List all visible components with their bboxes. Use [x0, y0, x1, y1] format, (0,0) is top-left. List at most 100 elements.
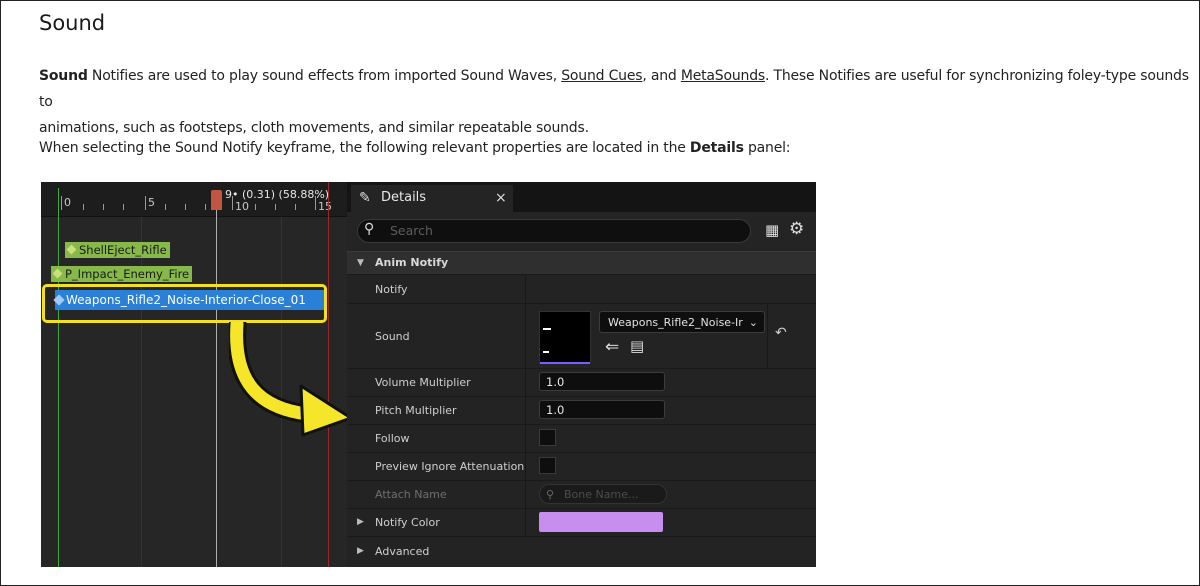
playhead-handle[interactable] [211, 190, 222, 210]
ruler-label-10: 10 [235, 200, 249, 213]
asset-type-bar [540, 362, 590, 364]
ruler-tick [61, 196, 62, 210]
timeline-panel: 0 5 10 15 9• (0.31) (58.88%) ShellEject_… [41, 182, 353, 567]
search-icon: ⚲ [546, 488, 555, 501]
column-divider [525, 369, 526, 396]
ruler-tick [103, 204, 104, 210]
tab-details[interactable]: ✎ Details × [351, 185, 513, 212]
waveform-mark [543, 351, 549, 353]
category-anim-notify[interactable]: ▼ Anim Notify [347, 251, 816, 274]
notify-label: ShellEject_Rifle [79, 243, 167, 257]
notify-diamond-icon [52, 268, 63, 279]
intro-text-2: , and [642, 68, 681, 84]
document-frame: Sound Sound Notifies are used to play so… [0, 0, 1200, 586]
ruler-tick [185, 204, 186, 210]
row-sound: Sound Weapons_Rifle2_Noise-Ir ⌄ ⇐ ▤ ↶ [347, 303, 816, 368]
search-input[interactable]: ⚲ Search [357, 219, 751, 243]
column-divider [525, 304, 526, 368]
column-divider [525, 481, 526, 508]
row-label: Follow [375, 432, 410, 445]
row-notify-color[interactable]: ▶ Notify Color [347, 508, 816, 536]
gear-icon[interactable]: ⚙ [789, 219, 804, 239]
editor-screenshot: 0 5 10 15 9• (0.31) (58.88%) ShellEject_… [41, 182, 816, 567]
details-paragraph: When selecting the Sound Notify keyframe… [39, 135, 791, 161]
reset-icon[interactable]: ↶ [775, 325, 787, 341]
details-panel: ✎ Details × ⚲ Search ▦ ⚙ ▼ Anim Notify N… [347, 182, 816, 567]
column-divider [525, 275, 526, 303]
intro-paragraph: Sound Notifies are used to play sound ef… [39, 63, 1199, 141]
ruler-tick [83, 204, 84, 210]
metasounds-link[interactable]: MetaSounds [681, 68, 765, 84]
notify-impact[interactable]: P_Impact_Enemy_Fire [51, 266, 193, 282]
row-preview-ignore: Preview Ignore Attenuation [347, 452, 816, 480]
edit-icon: ✎ [359, 190, 371, 206]
volume-multiplier-input[interactable]: 1.0 [539, 372, 665, 391]
playhead-line [216, 210, 217, 567]
use-selected-icon[interactable]: ⇐ [605, 337, 619, 357]
chevron-down-icon: ⌄ [748, 316, 758, 329]
ruler-tick [275, 204, 276, 210]
row-label: Advanced [375, 545, 430, 558]
column-divider [525, 453, 526, 480]
ruler-label-5: 5 [148, 196, 155, 209]
notify-shell-eject[interactable]: ShellEject_Rifle [65, 242, 170, 258]
column-divider [767, 304, 768, 368]
row-label: Volume Multiplier [375, 376, 471, 389]
preview-ignore-attenuation-checkbox[interactable] [539, 457, 556, 474]
row-advanced[interactable]: ▶ Advanced [347, 536, 816, 567]
bone-name-input[interactable]: ⚲ Bone Name... [539, 484, 667, 504]
notify-color-swatch[interactable] [539, 512, 663, 532]
row-label: Notify [375, 283, 408, 296]
row-attach-name: Attach Name ⚲ Bone Name... [347, 480, 816, 508]
browse-icon[interactable]: ▤ [630, 337, 644, 355]
search-icon: ⚲ [364, 221, 375, 237]
row-follow: Follow [347, 424, 816, 452]
row-label: Attach Name [375, 488, 447, 501]
details-text-2: panel: [743, 140, 791, 156]
sound-asset-value: Weapons_Rifle2_Noise-Ir [608, 316, 743, 329]
arrow-icon [229, 322, 353, 437]
sound-bold: Sound [39, 68, 88, 84]
notify-diamond-icon [66, 244, 77, 255]
column-divider [525, 397, 526, 424]
row-label: Sound [375, 330, 410, 343]
selected-notify-label: Weapons_Rifle2_Noise-Interior-Close_01 [66, 293, 306, 307]
start-marker [58, 188, 59, 567]
sound-asset-dropdown[interactable]: Weapons_Rifle2_Noise-Ir ⌄ [599, 311, 765, 333]
pitch-multiplier-input[interactable]: 1.0 [539, 400, 665, 419]
row-label: Preview Ignore Attenuation [375, 460, 525, 473]
close-icon[interactable]: × [495, 185, 507, 211]
selected-sound-notify[interactable]: Weapons_Rifle2_Noise-Interior-Close_01 [53, 290, 324, 310]
category-label: Anim Notify [375, 256, 449, 269]
ruler-tick [255, 204, 256, 210]
intro-text-1: Notifies are used to play sound effects … [87, 68, 562, 84]
column-divider [525, 425, 526, 452]
follow-checkbox[interactable] [539, 429, 556, 446]
search-placeholder: Search [390, 223, 433, 238]
column-divider [525, 509, 526, 536]
collapse-arrow-icon: ▼ [357, 258, 364, 268]
sound-cues-link[interactable]: Sound Cues [561, 68, 642, 84]
row-label: Pitch Multiplier [375, 404, 457, 417]
expand-arrow-icon: ▶ [357, 546, 364, 556]
row-volume: Volume Multiplier 1.0 [347, 368, 816, 396]
ruler-tick [123, 204, 124, 210]
row-pitch: Pitch Multiplier 1.0 [347, 396, 816, 424]
sound-thumbnail[interactable] [539, 311, 591, 364]
ruler-tick [295, 204, 296, 210]
intro-text-line2: animations, such as footsteps, cloth mov… [39, 120, 589, 136]
tab-label: Details [381, 190, 427, 205]
waveform-mark [543, 328, 551, 330]
expand-arrow-icon: ▶ [357, 517, 364, 527]
playhead-label: 9• (0.31) (58.88%) [225, 188, 330, 201]
bone-name-placeholder: Bone Name... [564, 488, 639, 501]
details-bold: Details [689, 140, 744, 156]
table-icon[interactable]: ▦ [765, 221, 779, 239]
ruler-label-0: 0 [64, 196, 71, 209]
row-notify: Notify [347, 274, 816, 303]
notify-label: P_Impact_Enemy_Fire [65, 267, 190, 281]
details-text-1: When selecting the Sound Notify keyframe… [39, 140, 690, 156]
section-heading: Sound [39, 11, 106, 35]
ruler-tick [205, 204, 206, 210]
notify-diamond-icon [53, 294, 65, 306]
